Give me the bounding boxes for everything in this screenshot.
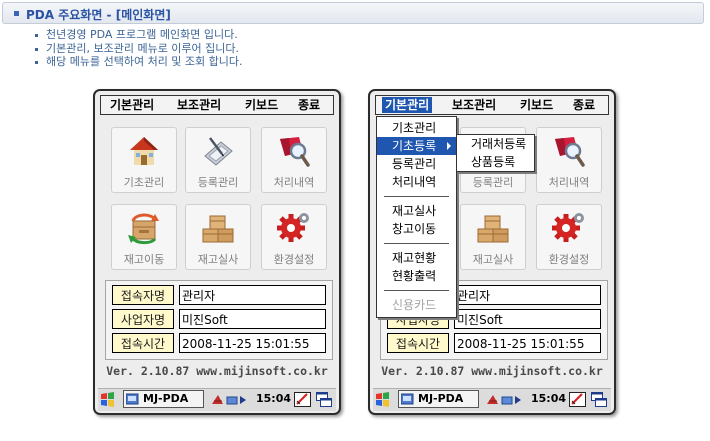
menu-keyboard[interactable]: 키보드 [242,97,281,113]
dropdown-item-credit-card: 신용카드 [392,298,437,312]
tray-icons[interactable] [485,392,527,408]
pda-pen-icon [201,134,235,168]
menu-basic[interactable]: 기본관리 [382,97,433,113]
tile-stock-check[interactable]: 재고실사 [460,204,526,270]
windows-start-icon[interactable] [374,391,391,408]
submenu-item-product-registration[interactable]: 상품등록 [457,153,534,171]
submenu-item-customer-registration[interactable]: 거래처등록 [457,135,534,153]
menu-exit[interactable]: 종료 [295,97,323,113]
menu-bar: 기본관리 보조관리 키보드 종료 [100,95,334,115]
tray-icons[interactable] [210,392,252,408]
section-title: PDA 주요화면 - [메인화면] [26,8,171,22]
tile-label: 등록관리 [197,176,239,189]
taskbar-app-button[interactable]: MJ-PDA [398,390,479,408]
time-value: 2008-11-25 15:01:55 [454,333,601,353]
dropdown-item-warehouse-transfer[interactable]: 창고이동 [377,220,456,238]
boxes-stack-icon [476,211,510,245]
app-icon [401,393,415,405]
pda-screen-menu-open: 기본관리 보조관리 키보드 종료 기초관리 등록관리 처리내역 재고이동 재고실… [368,89,616,415]
description-list: 천년경영 PDA 프로그램 메인화면 입니다. 기본관리, 보조관리 메뉴로 이… [34,28,243,69]
menu-bar: 기본관리 보조관리 키보드 종료 [375,95,609,115]
taskbar: MJ-PDA 15:04 [373,388,611,411]
menu-assist[interactable]: 보조관리 [174,97,224,113]
title-bullet [14,11,19,16]
menu-separator [384,290,449,291]
time-value: 2008-11-25 15:01:55 [179,333,326,353]
tile-settings[interactable]: 환경설정 [261,204,327,270]
taskbar: MJ-PDA 15:04 [98,388,336,411]
boxes-arrows-icon [127,211,161,245]
boxes-stack-icon [201,211,235,245]
menu-basic[interactable]: 기본관리 [107,97,157,113]
taskbar-app-label: MJ-PDA [418,392,464,405]
dropdown-item-stock-status[interactable]: 재고현황 [377,249,456,267]
dropdown-item-stock-check[interactable]: 재고실사 [377,202,456,220]
user-value: 관리자 [179,285,326,305]
menu-separator [384,196,449,197]
dropdown-item-basic-management[interactable]: 기초관리 [377,119,456,137]
dropdown-item-history[interactable]: 처리내역 [377,173,456,191]
company-value: 미진Soft [454,309,601,329]
tile-stock-transfer[interactable]: 재고이동 [111,204,177,270]
tile-label: 환경설정 [548,253,590,266]
window-switch-icon[interactable] [591,391,607,408]
gear-icon [277,211,311,245]
version-text: Ver. 2.10.87 www.mijinsoft.co.kr [381,364,603,378]
dropdown-item-status-print[interactable]: 현황출력 [377,267,456,285]
tile-label: 기초관리 [123,176,165,189]
tile-label: 처리내역 [548,176,590,189]
company-value: 미진Soft [179,309,326,329]
login-info-panel: 접속자명 관리자 사업자명 미진Soft 접속시간 2008-11-25 15:… [105,280,333,360]
basic-dropdown-menu: 기초관리 기초등록 등록관리 처리내역 재고실사 창고이동 재고현황 현황출력 … [376,116,457,318]
user-value: 관리자 [454,285,601,305]
user-label: 접속자명 [112,285,174,305]
registration-submenu: 거래처등록 상품등록 [456,134,535,172]
pda-screen-main: 기본관리 보조관리 키보드 종료 기초관리 등록관리 처리내역 재고이동 재고실… [93,89,341,415]
tile-label: 재고이동 [123,253,165,266]
tile-history[interactable]: 처리내역 [261,127,327,193]
menu-exit[interactable]: 종료 [570,97,598,113]
dropdown-item-basic-registration[interactable]: 기초등록 [377,137,456,155]
keyboard-toggle-icon[interactable] [294,391,311,408]
tile-history[interactable]: 처리내역 [536,127,602,193]
submenu-arrow-icon [447,142,451,150]
time-label: 접속시간 [112,333,174,353]
menu-separator [384,243,449,244]
dropdown-item-registration[interactable]: 등록관리 [377,155,456,173]
tile-label: 등록관리 [472,176,514,189]
magnifier-icon [277,134,311,168]
clock: 15:04 [256,392,292,405]
house-icon [127,134,161,168]
app-icon [126,393,140,405]
gear-icon [552,211,586,245]
menu-assist[interactable]: 보조관리 [449,97,499,113]
description-line: 해당 메뉴를 선택하여 처리 및 조회 합니다. [34,55,243,69]
window-switch-icon[interactable] [316,391,332,408]
tile-label: 환경설정 [273,253,315,266]
tile-registration[interactable]: 등록관리 [185,127,251,193]
company-label: 사업자명 [112,309,174,329]
menu-keyboard[interactable]: 키보드 [517,97,556,113]
magnifier-icon [552,134,586,168]
taskbar-app-button[interactable]: MJ-PDA [123,390,204,408]
tile-label: 재고실사 [472,253,514,266]
tile-label: 처리내역 [273,176,315,189]
clock: 15:04 [531,392,567,405]
taskbar-app-label: MJ-PDA [143,392,189,405]
description-line: 천년경영 PDA 프로그램 메인화면 입니다. [34,28,243,42]
keyboard-toggle-icon[interactable] [569,391,586,408]
time-label: 접속시간 [387,333,449,353]
description-line: 기본관리, 보조관리 메뉴로 이루어 집니다. [34,42,243,56]
windows-start-icon[interactable] [99,391,116,408]
tile-settings[interactable]: 환경설정 [536,204,602,270]
version-text: Ver. 2.10.87 www.mijinsoft.co.kr [106,364,328,378]
tile-stock-check[interactable]: 재고실사 [185,204,251,270]
tile-basic-management[interactable]: 기초관리 [111,127,177,193]
section-title-bar: PDA 주요화면 - [메인화면] [2,2,704,24]
dropdown-item-label: 기초등록 [392,139,437,153]
tile-label: 재고실사 [197,253,239,266]
